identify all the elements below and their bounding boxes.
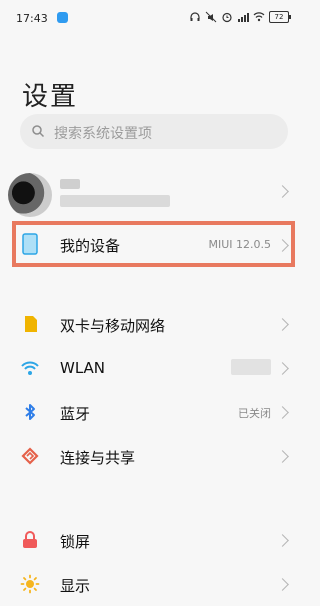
status-bar: 17:43 72 xyxy=(0,0,307,34)
bluetooth-status: 已关闭 xyxy=(238,407,271,420)
bluetooth-icon xyxy=(25,404,35,420)
chevron-right-icon xyxy=(276,406,289,419)
status-time: 17:43 xyxy=(16,12,48,25)
signal-icon xyxy=(238,13,249,22)
chevron-right-icon xyxy=(276,185,289,198)
lock-screen-row[interactable]: 锁屏 xyxy=(0,518,307,562)
account-name-redacted xyxy=(60,179,80,189)
sim-mobile-network-row[interactable]: 双卡与移动网络 xyxy=(0,302,307,346)
chevron-right-icon xyxy=(276,362,289,375)
chevron-right-icon xyxy=(276,318,289,331)
app-notification-icon xyxy=(57,12,68,23)
sim-mobile-network-label: 双卡与移动网络 xyxy=(60,317,166,335)
status-icons: 72 xyxy=(189,11,291,23)
wlan-row[interactable]: WLAN xyxy=(0,346,307,390)
share-connection-icon xyxy=(21,447,39,465)
lock-icon xyxy=(23,531,37,548)
avatar xyxy=(8,173,52,217)
mute-icon xyxy=(205,11,217,23)
wifi-icon xyxy=(21,361,39,375)
headphone-icon xyxy=(190,12,200,21)
alarm-icon xyxy=(222,12,232,23)
search-placeholder: 搜索系统设置项 xyxy=(54,126,152,142)
search-icon xyxy=(32,125,45,138)
sim-card-icon xyxy=(25,316,37,332)
search-input[interactable]: 搜索系统设置项 xyxy=(20,114,288,149)
connection-sharing-label: 连接与共享 xyxy=(60,449,136,467)
lock-screen-label: 锁屏 xyxy=(60,533,91,551)
highlight-box xyxy=(12,221,295,267)
sun-icon xyxy=(20,574,40,594)
wifi-status-icon xyxy=(253,12,265,22)
display-label: 显示 xyxy=(60,577,91,595)
display-row[interactable]: 显示 xyxy=(0,562,307,606)
bluetooth-row[interactable]: 蓝牙 已关闭 xyxy=(0,390,307,434)
account-row[interactable] xyxy=(0,160,307,222)
chevron-right-icon xyxy=(276,578,289,591)
bluetooth-label: 蓝牙 xyxy=(60,405,91,423)
chevron-right-icon xyxy=(276,450,289,463)
account-id-redacted xyxy=(60,195,170,207)
chevron-right-icon xyxy=(276,534,289,547)
connection-sharing-row[interactable]: 连接与共享 xyxy=(0,434,307,478)
wlan-network-redacted xyxy=(231,359,271,375)
wlan-label: WLAN xyxy=(60,359,106,377)
page-title: 设置 xyxy=(22,82,79,112)
battery-icon: 72 xyxy=(269,11,291,23)
